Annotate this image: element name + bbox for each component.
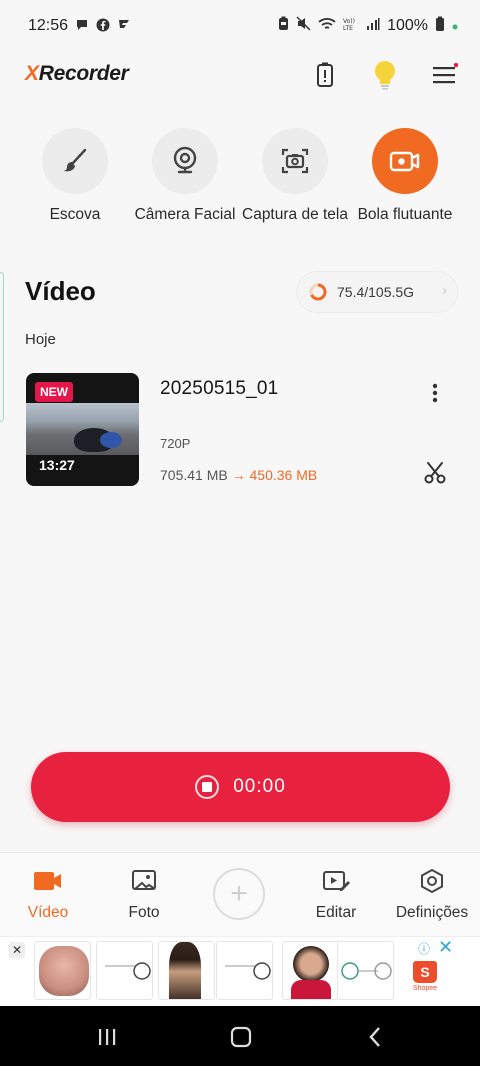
tool-screenshot[interactable]: Captura de tela: [240, 128, 350, 225]
nav-edit-label: Editar: [315, 904, 357, 921]
floating-ball-icon: [389, 151, 420, 172]
settings-hex-icon: [421, 868, 443, 894]
screenshot-camera-icon: [281, 148, 309, 174]
menu-button[interactable]: [428, 58, 462, 92]
flash-app-icon: [117, 18, 131, 35]
nav-video[interactable]: Vídeo: [0, 867, 96, 922]
advertiser-logo[interactable]: S Shopee: [410, 961, 440, 992]
add-button[interactable]: +: [213, 868, 265, 920]
section-title: Vídeo: [25, 276, 96, 306]
ad-close-button[interactable]: ✕: [9, 942, 25, 958]
advertiser-name: Shopee: [412, 985, 438, 992]
storage-indicator[interactable]: 75.4/105.5G ›: [296, 271, 458, 313]
tool-brush-label: Escova: [49, 206, 101, 223]
app-bar: XRecorder: [0, 52, 480, 98]
compress-cut-button[interactable]: [420, 458, 450, 488]
nav-settings[interactable]: Definições: [384, 867, 480, 922]
tool-floating-ball[interactable]: Bola flutuante: [350, 128, 460, 225]
mute-icon: [296, 16, 311, 36]
webcam-icon: [173, 146, 197, 174]
video-camera-icon: [34, 872, 61, 890]
status-battery-text: 100%: [387, 17, 428, 34]
wifi-icon: [318, 17, 336, 36]
brush-icon: [64, 148, 87, 172]
tips-lightbulb-button[interactable]: [368, 58, 402, 92]
back-chevron-icon: [369, 1027, 380, 1047]
lightbulb-icon: [375, 61, 395, 90]
storage-ring-icon: [309, 283, 327, 301]
ad-image-3[interactable]: [158, 941, 215, 1000]
video-list-item[interactable]: NEW 13:27 20250515_01 720P 705.41 MB → 4…: [0, 370, 480, 492]
new-badge: NEW: [35, 382, 73, 402]
nav-settings-label: Definições: [395, 904, 469, 921]
scissors-icon: [424, 462, 446, 484]
tool-brush[interactable]: Escova: [20, 128, 130, 225]
bottom-navigation: Vídeo Foto + Editar Definições: [0, 852, 480, 936]
home-button[interactable]: [226, 1022, 256, 1052]
video-resolution: 720P: [160, 436, 191, 451]
status-time: 12:56: [28, 17, 69, 34]
date-group-label: Hoje: [25, 331, 56, 348]
video-thumbnail[interactable]: NEW 13:27: [26, 373, 139, 486]
tool-face-camera-label: Câmera Facial: [134, 206, 236, 223]
quick-tools: Escova Câmera Facial Captura de tela Bol…: [0, 128, 480, 248]
chevron-right-icon: ›: [442, 282, 447, 299]
nav-video-label: Vídeo: [27, 904, 69, 921]
chat-bubble-icon: [75, 18, 89, 35]
ad-image-1[interactable]: [34, 941, 91, 1000]
photo-icon: [132, 870, 156, 890]
battery-saver-icon: [278, 16, 289, 36]
battery-icon: [435, 16, 445, 37]
signal-icon: [366, 17, 380, 36]
more-vertical-icon: [432, 383, 438, 403]
storage-text: 75.4/105.5G: [337, 284, 415, 300]
svg-text:LTE: LTE: [343, 25, 353, 31]
record-timer: 00:00: [233, 776, 286, 797]
edit-video-icon: [323, 871, 350, 891]
video-duration: 13:27: [39, 457, 75, 473]
size-before: 705.41 MB: [160, 467, 228, 483]
arrow-right-icon: →: [231, 467, 246, 483]
video-title[interactable]: 20250515_01: [160, 378, 278, 400]
ad-banner[interactable]: ✕ ⓘ ✕ S Shopee: [0, 936, 480, 1006]
plus-icon: +: [230, 877, 248, 910]
tool-screenshot-label: Captura de tela: [242, 206, 348, 223]
battery-warning-button[interactable]: [308, 58, 342, 92]
tool-floating-ball-label: Bola flutuante: [357, 206, 453, 223]
video-size: 705.41 MB → 450.36 MB: [160, 467, 317, 483]
svg-text:Vo)): Vo)): [343, 18, 355, 25]
recents-button[interactable]: [92, 1022, 122, 1052]
volte-icon: Vo)) LTE: [343, 17, 359, 36]
battery-warning-icon: [317, 62, 333, 87]
home-icon: [230, 1026, 252, 1048]
notification-dot-icon: [452, 17, 458, 35]
ad-image-4[interactable]: [216, 941, 273, 1000]
status-bar: 12:56 Vo)) LTE 100%: [0, 0, 480, 52]
system-navigation-bar: [0, 1006, 480, 1066]
tool-face-camera[interactable]: Câmera Facial: [130, 128, 240, 225]
back-button[interactable]: [360, 1022, 390, 1052]
ad-dismiss-icon[interactable]: ✕: [438, 937, 453, 958]
size-after: 450.36 MB: [249, 467, 318, 483]
shopping-bag-icon: S: [413, 961, 437, 983]
nav-photo[interactable]: Foto: [96, 867, 192, 922]
ad-image-2[interactable]: [96, 941, 153, 1000]
ad-info-icon[interactable]: ⓘ: [418, 940, 430, 957]
ad-image-5[interactable]: [282, 941, 339, 1000]
nav-photo-label: Foto: [128, 904, 160, 921]
app-logo: XRecorder: [25, 62, 129, 85]
hamburger-menu-icon: [433, 63, 458, 84]
nav-edit[interactable]: Editar: [288, 867, 384, 922]
more-options-button[interactable]: [420, 378, 450, 408]
record-button[interactable]: 00:00: [31, 752, 450, 822]
ad-image-6[interactable]: [337, 941, 394, 1000]
stop-record-icon: [195, 775, 220, 799]
recents-icon: [99, 1029, 116, 1045]
facebook-icon: [96, 18, 110, 35]
